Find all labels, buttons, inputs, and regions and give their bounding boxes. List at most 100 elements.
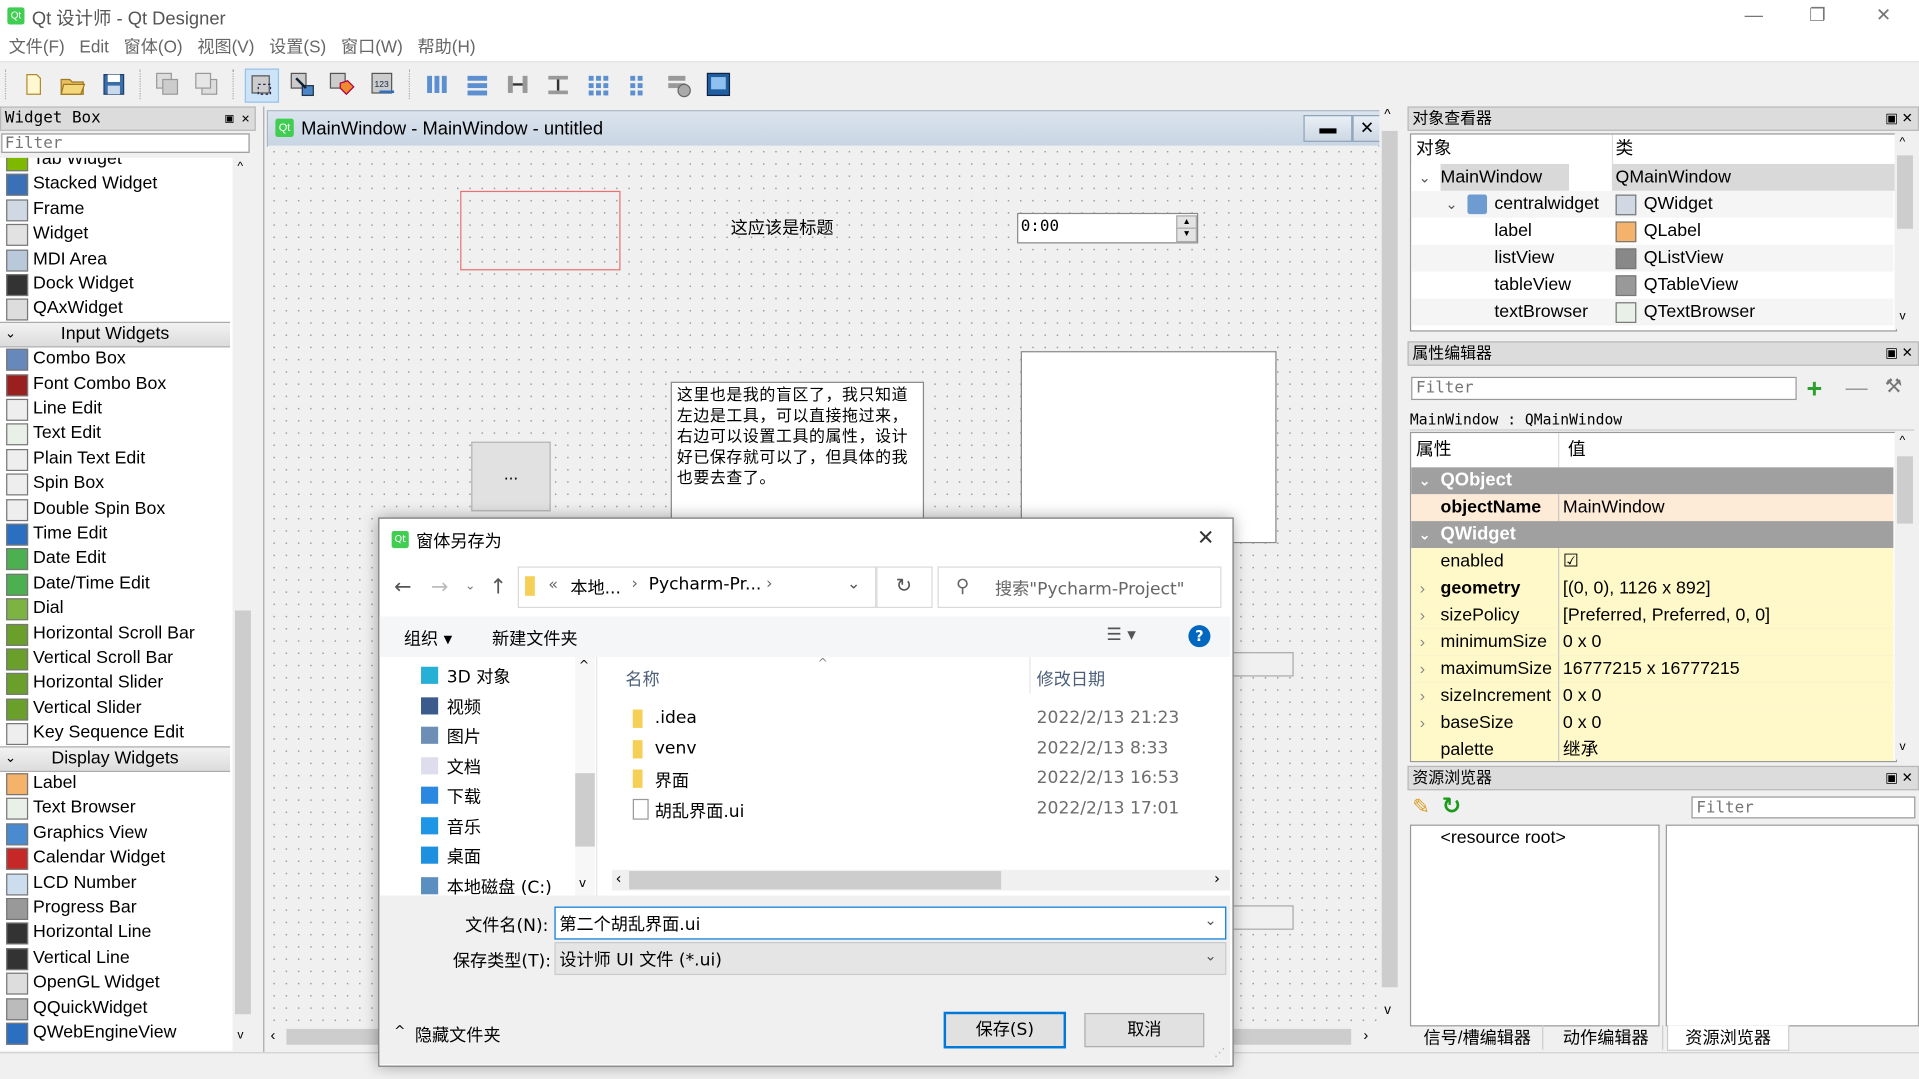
help-icon[interactable]: ? xyxy=(1188,625,1211,648)
property-group-header[interactable]: ⌄ QWidget xyxy=(1411,521,1894,549)
property-value[interactable]: [Preferred, Preferred, 0, 0] xyxy=(1563,602,1770,629)
dock-float-close-icons[interactable]: ▣ ✕ xyxy=(1885,343,1913,365)
nav-item[interactable]: 文档 xyxy=(379,752,572,779)
col-object[interactable]: 对象 xyxy=(1416,135,1451,164)
edit-signals-slots-icon[interactable] xyxy=(286,69,318,101)
layout-v-splitter-icon[interactable] xyxy=(542,69,574,101)
expand-chevron-icon[interactable]: › xyxy=(1420,602,1425,629)
property-value[interactable]: 0 x 0 xyxy=(1563,710,1601,737)
widget-box-item[interactable]: Vertical Slider xyxy=(0,696,233,721)
breadcrumb-overflow[interactable]: « xyxy=(548,576,558,594)
title-label[interactable]: 这应该是标题 xyxy=(731,215,834,239)
widget-box-item[interactable]: OpenGL Widget xyxy=(0,970,233,995)
breadcrumb-local[interactable]: 本地... xyxy=(570,575,621,599)
time-edit[interactable]: 0:00 ▲ ▼ xyxy=(1017,212,1199,244)
object-tree-row[interactable]: ⌄ MainWindow QMainWindow xyxy=(1411,163,1896,191)
menu-view[interactable]: 视图(V) xyxy=(190,33,262,60)
filetype-dropdown-icon[interactable]: ⌄ xyxy=(1204,947,1216,964)
widget-category-header[interactable]: ⌄ Input Widgets xyxy=(0,321,231,348)
close-button[interactable]: ✕ xyxy=(1855,0,1911,33)
restore-button[interactable]: ❐ xyxy=(1789,0,1845,33)
form-close-button[interactable]: ✕ xyxy=(1352,114,1382,142)
nav-item[interactable]: 桌面 xyxy=(379,842,572,869)
object-tree-row[interactable]: ⌄ centralwidget QWidget xyxy=(1411,190,1894,218)
dock-float-close-icons[interactable]: ▣ ✕ xyxy=(1885,767,1913,789)
widget-box-item[interactable]: Graphics View xyxy=(0,821,233,846)
menu-settings[interactable]: 设置(S) xyxy=(262,33,334,60)
widget-box-item[interactable]: Vertical Scroll Bar xyxy=(0,646,233,671)
layout-vertical-icon[interactable] xyxy=(461,69,493,101)
expand-chevron-icon[interactable]: › xyxy=(1420,710,1425,737)
col-value[interactable]: 值 xyxy=(1568,433,1586,467)
edit-buddies-icon[interactable] xyxy=(326,69,358,101)
bring-to-front-icon[interactable] xyxy=(191,69,223,101)
widget-box-item[interactable]: MDI Area xyxy=(0,247,233,272)
widget-box-item[interactable]: Frame xyxy=(0,197,233,222)
widget-box-item[interactable]: Date Edit xyxy=(0,546,233,571)
table-view-widget[interactable] xyxy=(1020,351,1277,544)
hide-folders-chevron-icon[interactable]: ^ xyxy=(394,1023,405,1039)
layout-horizontal-icon[interactable] xyxy=(421,69,453,101)
layout-form-icon[interactable] xyxy=(622,69,654,101)
time-down-arrow-icon[interactable]: ▼ xyxy=(1176,227,1197,243)
filename-input[interactable]: 第二个胡乱界面.ui ⌄ xyxy=(554,906,1227,940)
widget-box-item[interactable]: Key Sequence Edit xyxy=(0,721,233,746)
widget-box-item[interactable]: Horizontal Slider xyxy=(0,671,233,696)
hide-folders-button[interactable]: 隐藏文件夹 xyxy=(415,1023,501,1047)
property-row[interactable]: › maximumSize 16777215 x 16777215 xyxy=(1411,655,1894,684)
edit-tab-order-icon[interactable]: 123 xyxy=(367,69,399,101)
expand-chevron-icon[interactable]: › xyxy=(1420,575,1425,602)
property-row[interactable]: enabled ☑ xyxy=(1411,548,1894,577)
widget-box-item[interactable]: Spin Box xyxy=(0,471,233,496)
property-value[interactable]: MainWindow xyxy=(1563,494,1665,521)
widget-box-item[interactable]: Time Edit xyxy=(0,521,233,546)
property-value[interactable]: 0 x 0 xyxy=(1563,683,1601,710)
expand-chevron-icon[interactable]: › xyxy=(1420,683,1425,710)
object-tree-row[interactable]: listView QListView xyxy=(1411,244,1894,272)
layout-grid-icon[interactable] xyxy=(583,69,615,101)
widget-box-item[interactable]: Horizontal Line xyxy=(0,920,233,945)
property-value[interactable]: 16777215 x 16777215 xyxy=(1563,656,1740,683)
nav-item[interactable]: 下载 xyxy=(379,782,572,809)
widget-box-item[interactable]: QQuickWidget xyxy=(0,995,233,1020)
cancel-button[interactable]: 取消 xyxy=(1084,1012,1205,1048)
widget-box-item[interactable]: Widget xyxy=(0,222,233,247)
tab-resource-browser[interactable]: 资源浏览器 xyxy=(1666,1025,1790,1051)
property-value[interactable]: ☑ xyxy=(1563,548,1579,575)
nav-item[interactable]: 视频 xyxy=(379,692,572,719)
widget-box-item[interactable]: Plain Text Edit xyxy=(0,446,233,471)
filename-dropdown-icon[interactable]: ⌄ xyxy=(1204,911,1216,928)
property-row[interactable]: › sizeIncrement 0 x 0 xyxy=(1411,682,1894,711)
expand-chevron-icon[interactable]: › xyxy=(1420,629,1425,656)
forward-arrow-icon[interactable]: → xyxy=(431,575,448,599)
up-arrow-icon[interactable]: ↑ xyxy=(490,575,507,599)
widget-box-item[interactable]: QWebEngineView xyxy=(0,1020,233,1045)
col-property[interactable]: 属性 xyxy=(1416,433,1451,467)
widget-box-filter-input[interactable] xyxy=(1,133,250,153)
widget-box-item[interactable]: Font Combo Box xyxy=(0,371,233,396)
widget-box-item[interactable]: QAxWidget xyxy=(0,297,233,322)
hidden-widget-b[interactable] xyxy=(1227,905,1294,930)
property-scrollbar[interactable]: ^ v xyxy=(1894,431,1916,760)
property-row[interactable]: › baseSize 0 x 0 xyxy=(1411,709,1894,738)
remove-property-icon[interactable]: — xyxy=(1846,376,1868,402)
resize-grip-icon[interactable]: ⋰ xyxy=(1214,1047,1225,1059)
back-arrow-icon[interactable]: ← xyxy=(394,575,411,599)
reload-icon[interactable]: ↻ xyxy=(1442,793,1461,821)
edit-resources-pencil-icon[interactable]: ✎ xyxy=(1412,795,1429,819)
object-tree-row[interactable]: label QLabel xyxy=(1411,218,1893,245)
dock-float-close-icons[interactable]: ▣ ✕ xyxy=(225,108,249,130)
widget-box-item[interactable]: Progress Bar xyxy=(0,896,233,920)
dialog-close-icon[interactable]: ✕ xyxy=(1197,526,1214,550)
menu-file[interactable]: 文件(F) xyxy=(1,33,72,60)
text-browser[interactable]: 这里也是我的盲区了，我只知道左边是工具，可以直接拖过来，右边可以设置工具的属性，… xyxy=(670,381,925,529)
widget-box-item[interactable]: Stacked Widget xyxy=(0,172,233,197)
view-options-icon[interactable]: ☰ ▾ xyxy=(1106,625,1135,645)
refresh-icon[interactable]: ↻ xyxy=(875,566,933,609)
widget-box-item[interactable]: Tab Widget xyxy=(0,157,233,172)
recent-dropdown-icon[interactable]: ⌄ xyxy=(465,580,475,593)
property-value[interactable]: 继承 xyxy=(1563,736,1598,760)
property-row[interactable]: objectName MainWindow xyxy=(1411,494,1894,523)
property-value[interactable]: [(0, 0), 1126 x 892] xyxy=(1563,575,1711,602)
configure-wrench-icon[interactable]: ⚒ xyxy=(1885,374,1903,398)
